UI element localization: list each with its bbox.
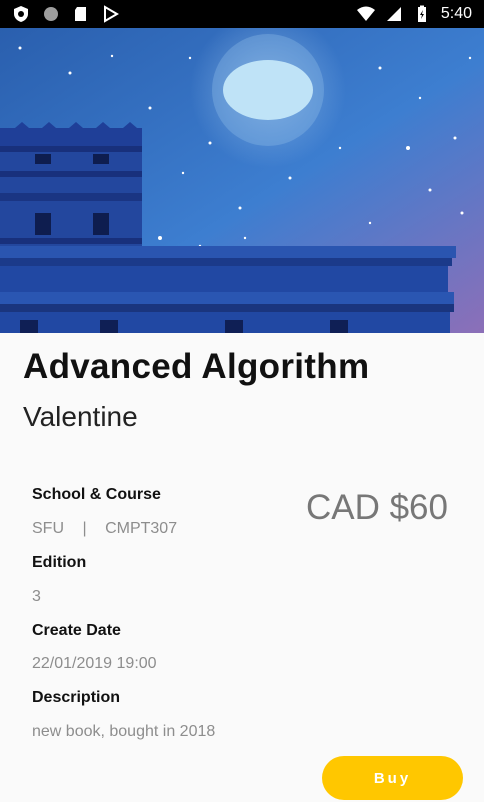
status-bar: 5:40	[0, 0, 484, 28]
create-date-label: Create Date	[32, 622, 121, 639]
create-date-value: 22/01/2019 19:00	[32, 655, 157, 672]
book-cover-illustration	[0, 28, 484, 333]
signal-icon	[386, 7, 401, 21]
book-price: CAD $60	[305, 488, 448, 527]
book-details: Advanced Algorithm Valentine CAD $60 Sch…	[0, 333, 484, 802]
circle-icon	[44, 7, 58, 21]
wifi-icon	[356, 6, 375, 21]
sd-card-icon	[75, 7, 86, 21]
edition-value: 3	[32, 588, 41, 605]
book-title: Advanced Algorithm	[23, 347, 370, 386]
school-course-label: School & Course	[32, 486, 161, 503]
status-left-icons	[12, 5, 120, 23]
status-time: 5:40	[440, 5, 472, 22]
description-label: Description	[32, 689, 121, 706]
edition-label: Edition	[32, 554, 87, 571]
description-value: new book, bought in 2018	[32, 723, 216, 740]
school-value: SFU	[32, 520, 64, 537]
buy-button[interactable]: Buy	[322, 756, 463, 800]
shield-icon	[14, 6, 28, 22]
book-author: Valentine	[23, 401, 138, 432]
school-course-separator: |	[82, 520, 87, 537]
status-right-icons: 5:40	[356, 5, 472, 23]
battery-charging-icon	[417, 5, 426, 22]
course-value: CMPT307	[105, 520, 178, 537]
school-course-value: SFU | CMPT307	[32, 520, 177, 538]
play-store-icon	[104, 5, 119, 23]
book-cover-image	[0, 28, 484, 333]
